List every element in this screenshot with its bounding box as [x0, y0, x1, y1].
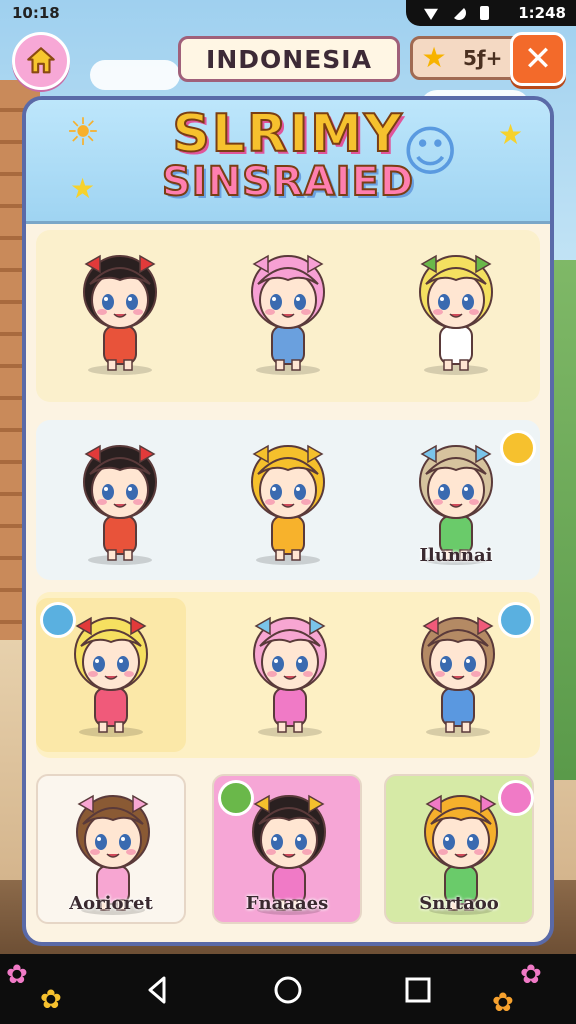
- character-card[interactable]: [372, 236, 540, 396]
- logo-line2: SINSRAIED: [161, 159, 415, 205]
- title-banner: ☀ ★ ★ ☺ SLRIMY SINSRAIED: [26, 100, 550, 224]
- character-card[interactable]: Aorioret: [36, 774, 186, 924]
- character-card[interactable]: [208, 598, 372, 752]
- close-button[interactable]: ✕: [510, 32, 566, 86]
- page-title-text: INDONESIA: [206, 44, 372, 74]
- signal-icon: [452, 6, 466, 20]
- badge-icon: [498, 780, 534, 816]
- coin-counter: ★ 5ƒ+: [410, 36, 522, 80]
- close-icon: ✕: [523, 39, 553, 79]
- character-card[interactable]: [204, 236, 372, 396]
- chibi-figure: [253, 616, 327, 737]
- character-name-label: Snrtaoo: [419, 893, 499, 914]
- star-icon: ★: [70, 172, 96, 205]
- chibi-figure: [83, 254, 157, 375]
- home-nav-icon[interactable]: [270, 972, 306, 1008]
- character-card[interactable]: [36, 236, 204, 396]
- star-icon: ★: [498, 118, 524, 151]
- character-card[interactable]: Snrtaoo: [384, 774, 534, 924]
- badge-icon: [500, 430, 536, 466]
- flower-icon: ✿: [520, 960, 542, 990]
- status-bar: 10:18 1:248: [0, 0, 576, 26]
- flower-icon: ✿: [492, 988, 514, 1018]
- character-card[interactable]: Ilunnai: [372, 426, 540, 574]
- character-card[interactable]: [36, 598, 186, 752]
- character-name-label: Ilunnai: [419, 545, 493, 566]
- game-logo: SLRIMY SINSRAIED: [161, 104, 415, 205]
- home-button[interactable]: [12, 32, 70, 90]
- chibi-figure: [251, 444, 325, 565]
- character-name-label: Aorioret: [69, 893, 153, 914]
- coin-value: 5ƒ+: [463, 46, 503, 70]
- badge-icon: [40, 602, 76, 638]
- badge-icon: [498, 602, 534, 638]
- home-icon: [27, 47, 55, 74]
- sun-icon: ☀: [66, 110, 101, 154]
- status-right-panel: 1:248: [406, 0, 576, 26]
- star-coin-icon: ★: [421, 41, 447, 74]
- character-select-panel: ☀ ★ ★ ☺ SLRIMY SINSRAIED Ilunnai Aoriore…: [22, 96, 554, 946]
- battery-icon: [480, 6, 489, 20]
- chibi-figure: [419, 254, 493, 375]
- flower-icon: ✿: [6, 960, 28, 990]
- character-card[interactable]: Fnaaaes: [212, 774, 362, 924]
- wifi-icon: [424, 8, 438, 20]
- chibi-figure: [83, 444, 157, 565]
- status-time-left: 10:18: [12, 4, 60, 22]
- recents-icon[interactable]: [400, 972, 436, 1008]
- badge-icon: [218, 780, 254, 816]
- background-cloud: [90, 60, 180, 90]
- character-row: [36, 230, 540, 402]
- back-icon[interactable]: [140, 972, 176, 1008]
- logo-line1: SLRIMY: [171, 104, 404, 164]
- character-row: Ilunnai: [36, 420, 540, 580]
- flower-icon: ✿: [40, 985, 62, 1015]
- character-card[interactable]: [376, 598, 540, 752]
- status-time-right: 1:248: [518, 4, 566, 22]
- character-row: [36, 592, 540, 758]
- page-title: INDONESIA: [178, 36, 400, 82]
- character-name-label: Fnaaaes: [245, 893, 329, 914]
- character-card[interactable]: [36, 426, 204, 574]
- character-row: Aorioret Fnaaaes Snrtaoo: [36, 768, 540, 930]
- chibi-figure: [251, 254, 325, 375]
- character-card[interactable]: [204, 426, 372, 574]
- system-nav-bar: [0, 954, 576, 1024]
